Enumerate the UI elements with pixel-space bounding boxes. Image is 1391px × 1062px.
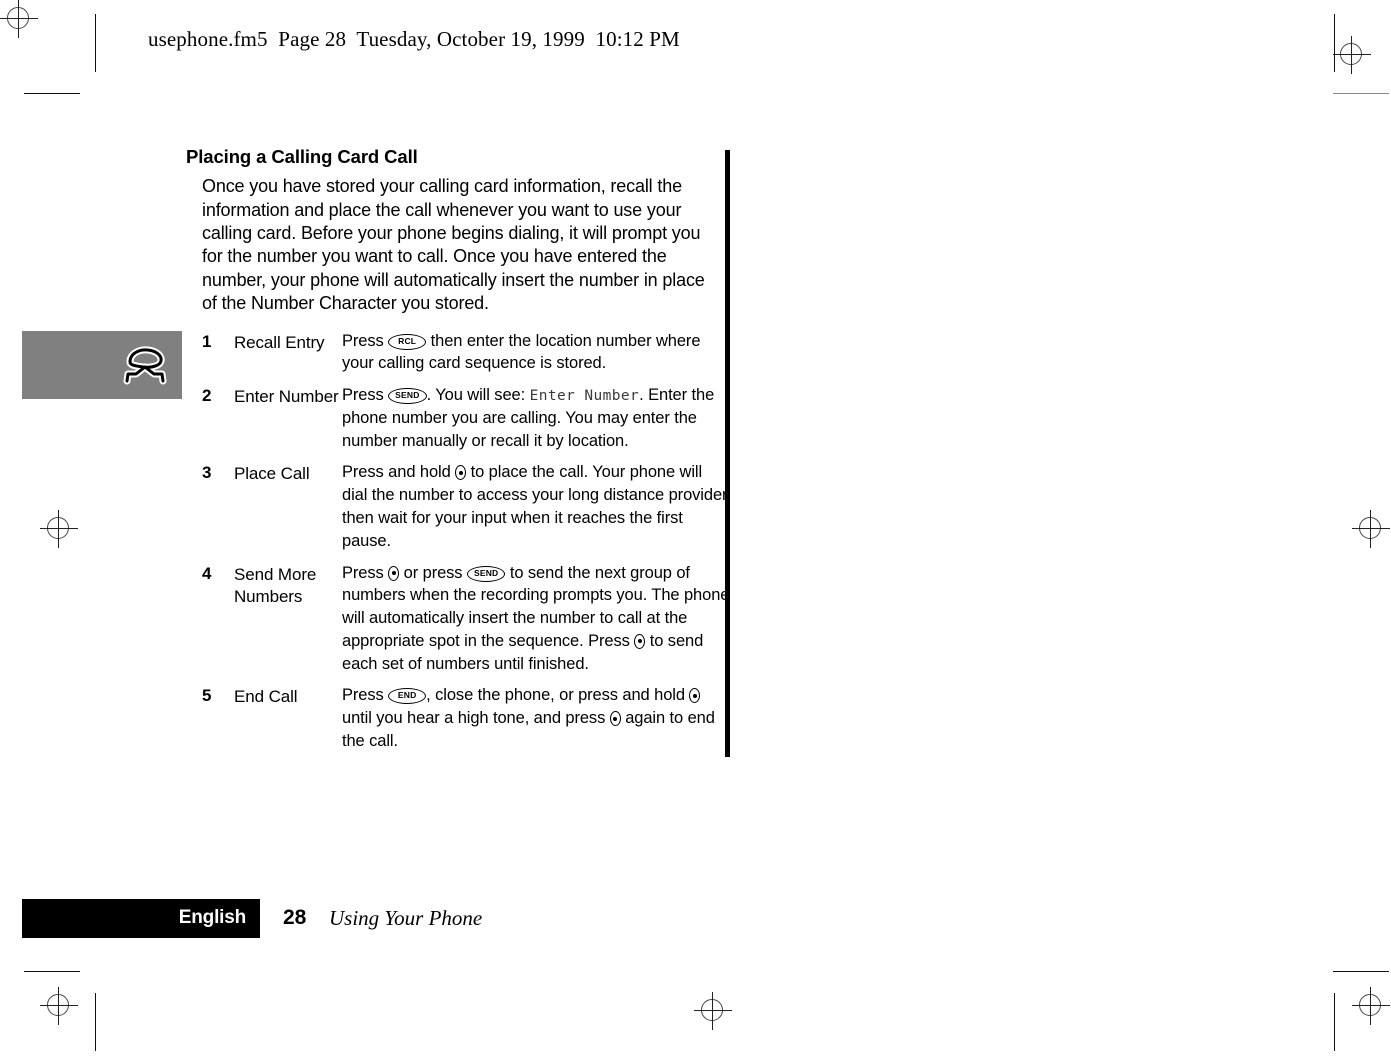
step-number: 5 [202,686,212,706]
trim-line-bottom-left-horizontal [24,971,80,972]
trim-line-top-left-horizontal [24,93,80,94]
telephone-handset-icon [120,340,170,390]
intro-paragraph: Once you have stored your calling card i… [202,176,705,314]
registration-horizontal-line [1333,54,1371,55]
step-number: 3 [202,463,212,483]
smart-button-key-icon [609,711,621,727]
step-row: 4 Send More Numbers Press or press SEND to… [202,562,731,676]
step-row: 5 End Call Press END, close the phone, or … [202,684,731,752]
step-description: Press RCL then enter the location number… [342,331,701,373]
registration-mark-top-right [1333,36,1371,74]
end-key-icon: END [388,688,427,705]
registration-vertical-line [18,0,19,38]
registration-mark-bottom-right [1352,987,1390,1025]
registration-vertical-line [1351,36,1352,74]
step-description: Press and hold to place the call. Your p… [342,463,731,550]
registration-mark-top-left [0,0,38,38]
step-label: Enter Number [234,387,339,407]
footer-language-bar: English [22,899,260,938]
step-number: 2 [202,386,212,406]
registration-vertical-line [1370,510,1371,548]
step-label: Recall Entry [234,332,325,352]
lcd-display-text: Enter Number [529,388,640,405]
registration-vertical-line [58,987,59,1025]
registration-horizontal-line [1352,1005,1390,1006]
step-description: Press END, close the phone, or press and… [342,686,715,750]
registration-mark-mid-right [1352,510,1390,548]
registration-horizontal-line [40,1005,78,1006]
smart-button-key-icon [689,688,701,704]
registration-mark-mid-left [40,510,78,548]
trim-line-bottom-right-vertical [1334,993,1335,1051]
step-row: 1 Recall Entry Press RCL then enter the lo… [202,330,731,376]
send-key-icon: SEND [388,388,427,405]
smart-button-key-icon [455,465,467,481]
trim-line-top-right-vertical [1334,14,1335,72]
footer-page-number: 28 [283,906,307,929]
registration-mark-bottom-left [40,987,78,1025]
chapter-tab [22,331,182,399]
step-row: 3 Place Call Press and hold to place the c… [202,461,731,552]
step-label: Send More Numbers [234,564,317,606]
step-description: Press or press SEND to send the next gro… [342,563,730,673]
registration-mark-bottom-center [694,992,732,1030]
registration-vertical-line [58,510,59,548]
registration-horizontal-line [0,18,38,19]
page-content: Placing a Calling Card Call Once you hav… [186,146,731,762]
step-label: End Call [234,687,298,707]
registration-horizontal-line [694,1010,732,1011]
registration-vertical-line [712,992,713,1030]
smart-button-key-icon [634,633,646,649]
trim-line-bottom-left-vertical [95,993,96,1051]
trim-line-top-right-horizontal [1333,93,1389,94]
step-number: 4 [202,563,212,583]
registration-horizontal-line [1352,528,1390,529]
smart-button-key-icon [388,565,400,581]
registration-vertical-line [1370,987,1371,1025]
step-description: Press SEND. You will see: Enter Number. … [342,386,715,450]
rcl-key-icon: RCL [388,333,427,350]
trim-line-bottom-right-horizontal [1333,971,1389,972]
registration-horizontal-line [40,528,78,529]
page-title: Placing a Calling Card Call [186,146,418,167]
step-label: Place Call [234,464,310,484]
steps-list: 1 Recall Entry Press RCL then enter the lo… [202,330,731,753]
footer-language-label: English [178,907,246,928]
trim-line-top-left-vertical [95,14,96,72]
step-number: 1 [202,331,212,351]
send-key-icon: SEND [466,565,506,582]
step-row: 2 Enter Number Press SEND. You will see: E… [202,384,731,452]
footer-chapter-title: Using Your Phone [329,906,483,930]
document-header: usephone.fm5 Page 28 Tuesday, October 19… [148,27,680,51]
